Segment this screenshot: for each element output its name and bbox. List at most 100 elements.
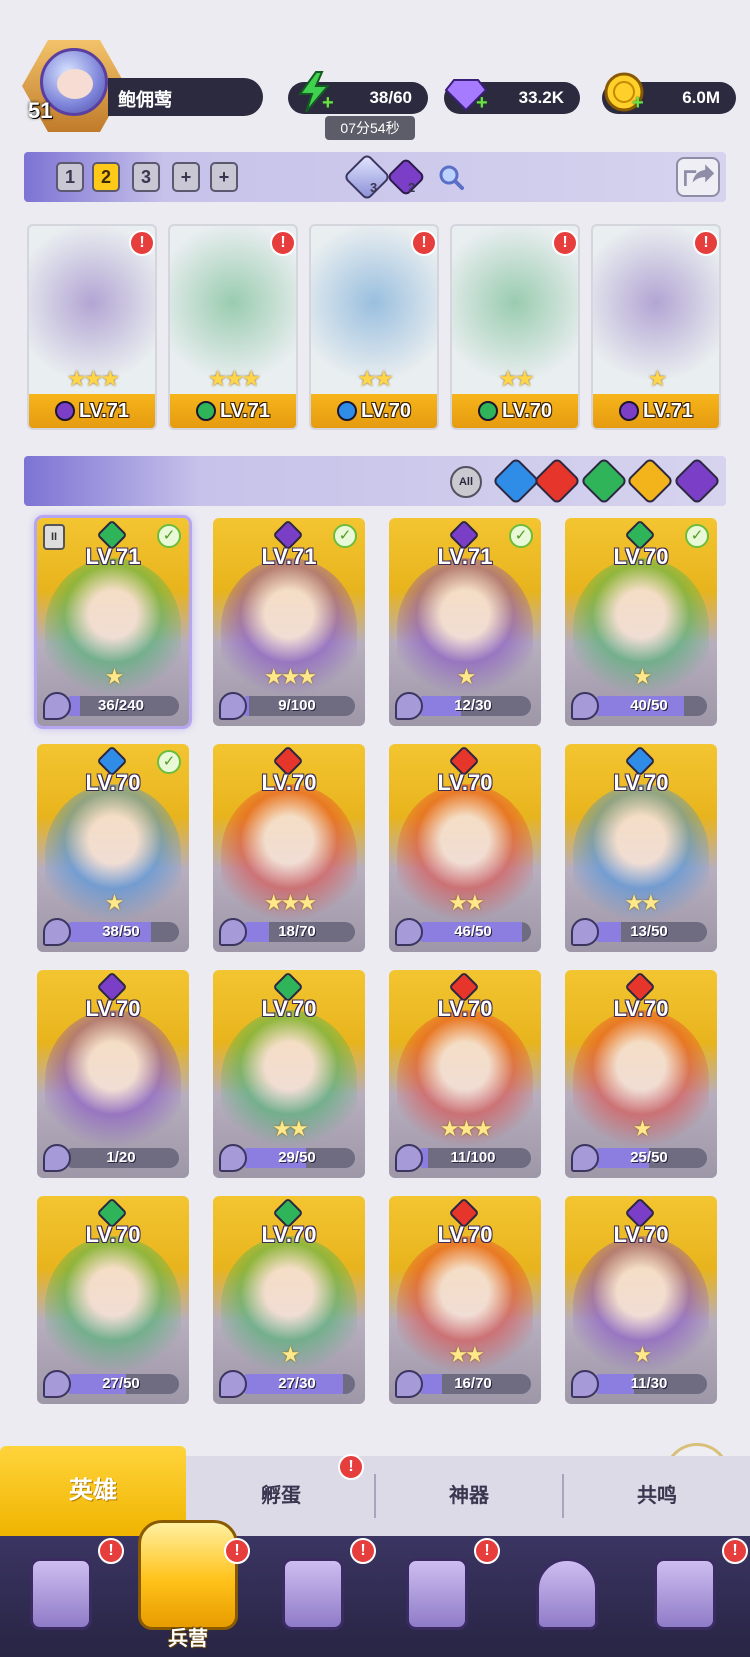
nav-guild[interactable] [522, 1548, 612, 1648]
hero-shard-icon [43, 918, 71, 946]
castle-icon [406, 1558, 468, 1630]
hero-level: LV.70 [437, 770, 493, 795]
nature-element-icon [195, 401, 216, 421]
team-hero-level: LV.70 [360, 400, 412, 422]
star-rating: ★ [104, 890, 125, 915]
hero-card[interactable]: LV.70 ★ 11/30 [565, 1196, 717, 1404]
hero-card[interactable]: ✓ LV.71 ★ 12/30 [389, 518, 541, 726]
hero-shard-icon [43, 1144, 71, 1172]
shop-icon [654, 1558, 716, 1630]
hero-shard-icon [219, 1144, 247, 1172]
nav-shop[interactable] [640, 1548, 730, 1648]
shard-progress-text: 36/240 [98, 697, 144, 714]
shard-progress-bar: 27/30 [239, 1374, 355, 1394]
star-rating: ★★★ [66, 366, 120, 391]
hero-shard-icon [571, 1370, 599, 1398]
shard-progress-text: 9/100 [278, 697, 316, 714]
hero-card[interactable]: LV.70 ★★★ 11/100 [389, 970, 541, 1178]
player-name: 鲍佣莺 [118, 90, 172, 110]
team-hero-level-strip: LV.71 [170, 394, 296, 428]
barracks-icon [138, 1520, 238, 1630]
team-hero-alert-badge: ! [693, 230, 719, 256]
hero-shard-icon [395, 692, 423, 720]
shard-progress-text: 16/70 [454, 1375, 492, 1392]
hero-level: LV.70 [261, 1222, 317, 1247]
hero-level: LV.70 [85, 1222, 141, 1247]
filter-all-button[interactable]: All [450, 466, 482, 498]
hero-level: LV.70 [85, 996, 141, 1021]
add-gold-button[interactable]: + [632, 92, 644, 115]
star-rating: ★ [632, 1116, 653, 1141]
hero-card[interactable]: ✓ LV.70 ★ 38/50 [37, 744, 189, 952]
gold-value: 6.0M [682, 88, 720, 107]
hero-card[interactable]: LV.70 ★ 27/30 [213, 1196, 365, 1404]
hero-level: LV.70 [261, 770, 317, 795]
hero-card[interactable]: LV.70 ★ 25/50 [565, 970, 717, 1178]
hero-card[interactable]: LV.70 ★★ 46/50 [389, 744, 541, 952]
energy-timer: 07分54秒 [325, 116, 415, 140]
star-rating: ★★ [448, 1342, 484, 1367]
hero-portrait [45, 1236, 181, 1376]
shard-progress-text: 11/30 [630, 1375, 668, 1392]
hero-level: LV.70 [613, 1222, 669, 1247]
add-gems-button[interactable]: + [476, 92, 488, 115]
nav-map[interactable] [268, 1548, 358, 1648]
gems-value: 33.2K [518, 88, 564, 107]
formation-add-button-2[interactable]: + [210, 162, 238, 192]
formation-add-button[interactable]: + [172, 162, 200, 192]
shard-progress-text: 40/50 [630, 697, 668, 714]
nav-barracks-alert: ! [224, 1538, 250, 1564]
hero-card[interactable]: LV.70 ★★ 16/70 [389, 1196, 541, 1404]
nature-element-icon [477, 401, 498, 421]
nav-cards[interactable] [16, 1548, 106, 1648]
hero-card[interactable]: LV.70 ★★ 29/50 [213, 970, 365, 1178]
hero-level: LV.71 [261, 544, 317, 569]
hero-card[interactable]: ✓ LV.70 ★ 40/50 [565, 518, 717, 726]
formation-tab-1[interactable]: 1 [56, 162, 84, 192]
hero-level: LV.70 [85, 770, 141, 795]
hero-level: LV.70 [437, 996, 493, 1021]
hero-card[interactable]: LV.70 27/50 [37, 1196, 189, 1404]
tab-resonance[interactable]: 共鸣 [564, 1456, 750, 1536]
hero-shard-icon [43, 1370, 71, 1398]
dark-element-icon [54, 401, 75, 421]
shard-progress-bar: 16/70 [415, 1374, 531, 1394]
dark-element-icon [618, 401, 639, 421]
hero-card[interactable]: LV.70 1/20 [37, 970, 189, 1178]
search-icon[interactable] [437, 163, 465, 191]
crystal-count: 3 [370, 180, 378, 195]
shard-progress-text: 27/30 [278, 1375, 316, 1392]
hero-card[interactable]: LV.70 ★★ 13/50 [565, 744, 717, 952]
hero-card[interactable]: LV.70 ★★★ 18/70 [213, 744, 365, 952]
add-energy-button[interactable]: + [322, 92, 334, 115]
hero-shard-icon [43, 692, 71, 720]
hatch-alert-badge: ! [338, 1454, 364, 1480]
star-rating: ★★ [272, 1116, 308, 1141]
star-rating: ★ [632, 1342, 653, 1367]
formation-tab-3[interactable]: 3 [132, 162, 160, 192]
hero-level: LV.70 [613, 544, 669, 569]
star-rating: ★★ [624, 890, 660, 915]
nav-barracks-label: 兵营 [168, 1628, 208, 1650]
dark-crystal-count: 2 [408, 180, 416, 195]
nav-castle[interactable] [392, 1548, 482, 1648]
shard-progress-text: 12/30 [454, 697, 492, 714]
shard-progress-bar: 18/70 [239, 922, 355, 942]
hero-shard-icon [219, 692, 247, 720]
hero-shard-icon [395, 1144, 423, 1172]
star-rating: ★★★ [263, 664, 317, 689]
formation-tab-2[interactable]: 2 [92, 162, 120, 192]
tab-artifact[interactable]: 神器 [376, 1456, 562, 1536]
hero-card[interactable]: II ✓ LV.71 ★ 36/240 [34, 515, 192, 729]
shard-progress-bar: 11/100 [415, 1148, 531, 1168]
hero-level: LV.70 [261, 996, 317, 1021]
shard-progress-bar: 29/50 [239, 1148, 355, 1168]
shard-progress-text: 25/50 [630, 1149, 668, 1166]
hero-card[interactable]: ✓ LV.71 ★★★ 9/100 [213, 518, 365, 726]
share-button[interactable] [676, 157, 720, 197]
star-rating: ★★★ [439, 1116, 493, 1141]
water-element-icon [336, 401, 357, 421]
hero-portrait [45, 1010, 181, 1150]
team-hero-level: LV.71 [219, 400, 271, 422]
star-rating: ★★★ [263, 890, 317, 915]
